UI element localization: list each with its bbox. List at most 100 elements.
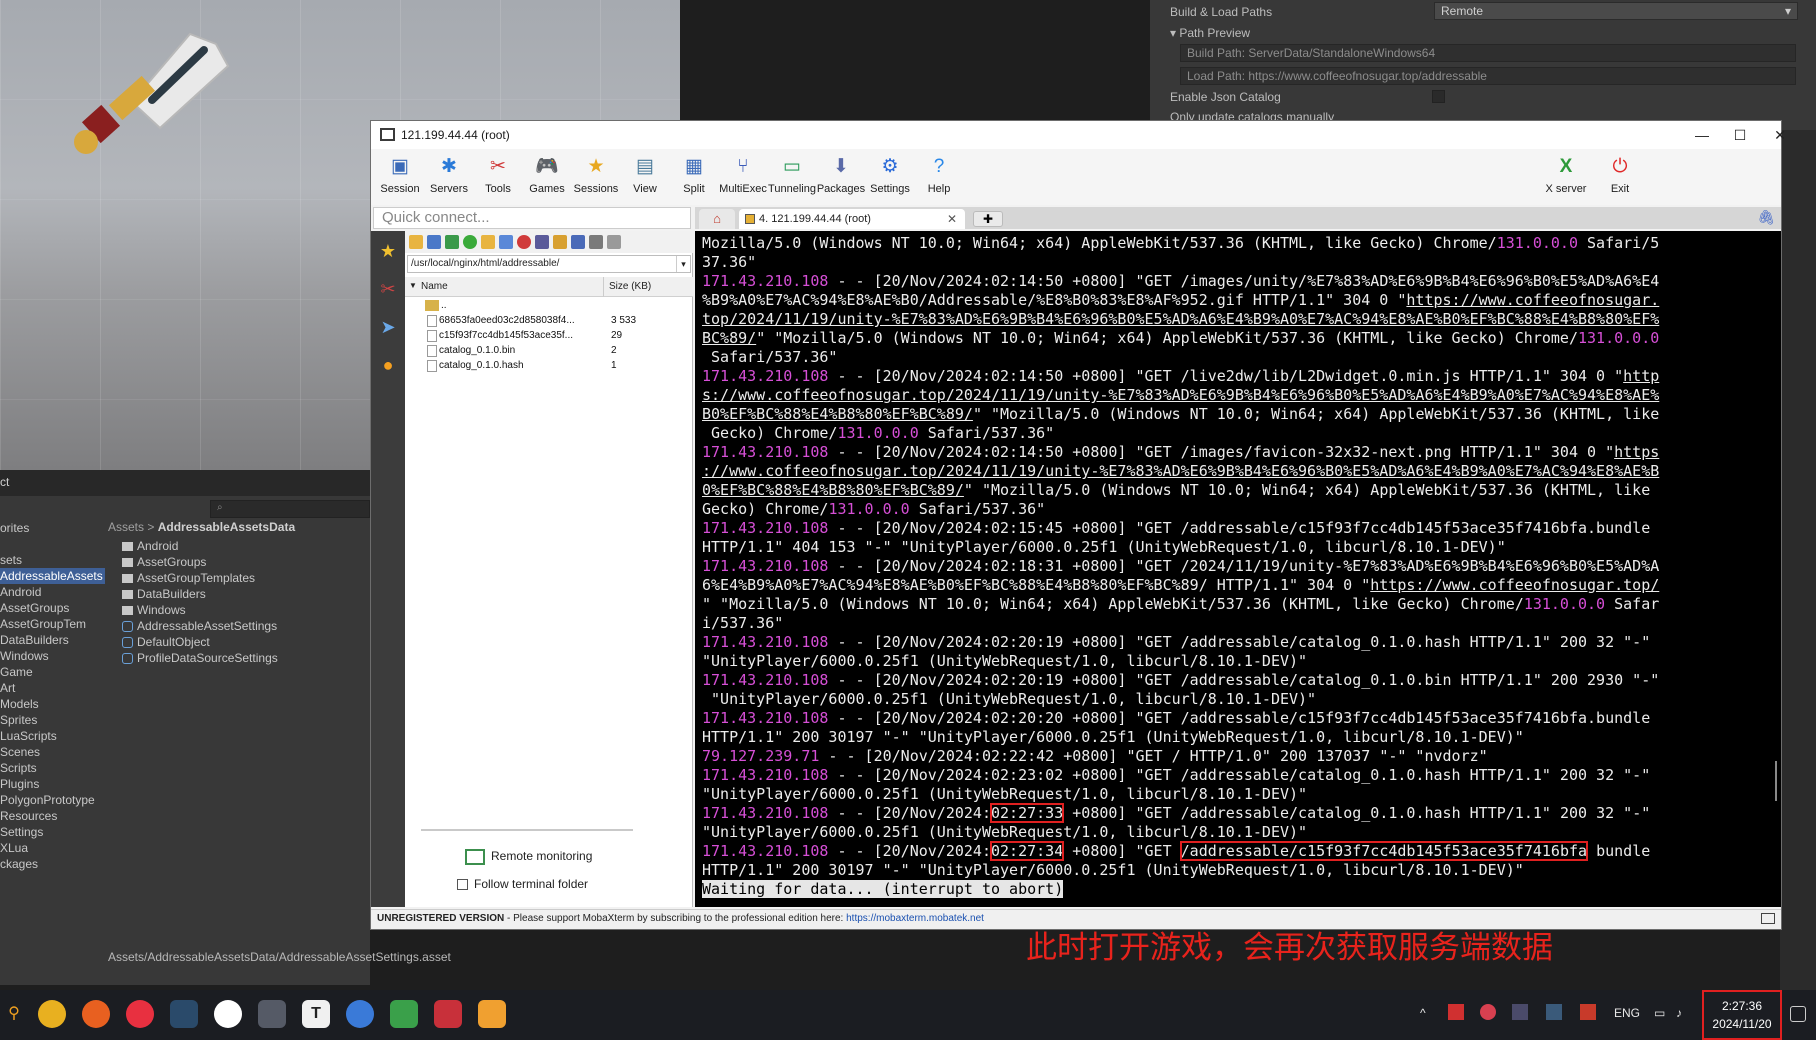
star-icon[interactable]: ★ [376,239,400,263]
vscode-icon[interactable] [346,1000,374,1028]
close-button[interactable]: ✕ [1765,125,1795,145]
screen-icon[interactable] [1761,913,1775,924]
new-folder-icon[interactable] [481,235,495,249]
sftp-file-row[interactable]: c15f93f7cc4db145f53ace35f... 29 [405,329,693,344]
settings-button[interactable]: ⚙ Settings [863,155,917,195]
title-bar[interactable]: 121.199.44.44 (root) — ☐ ✕ [371,121,1786,149]
new-tab-button[interactable]: ✚ [973,211,1003,227]
referer-link[interactable]: s://www.coffeeofnosugar.top/2024/11/19/u… [702,386,1659,404]
new-file-icon[interactable] [499,235,513,249]
chevron-up-icon[interactable]: ^ [1420,1006,1426,1020]
column-size[interactable]: Size (KB) [609,281,651,292]
rider-icon[interactable] [434,1000,462,1028]
asset-item[interactable]: DefaultObject [122,634,278,650]
view-toggle-icon[interactable] [571,235,585,249]
project-search-input[interactable]: ⌕ [210,500,370,518]
asset-item[interactable]: Windows [122,602,278,618]
project-tree-item[interactable]: AddressableAssets [0,568,105,584]
referer-link[interactable]: ://www.coffeeofnosugar.top/2024/11/19/un… [702,462,1659,480]
project-tree-item[interactable]: orites [0,520,105,536]
project-tree-item[interactable]: Scenes [0,744,105,760]
project-tree-item[interactable]: Windows [0,648,105,664]
follow-terminal-folder-toggle[interactable]: Follow terminal folder [457,877,588,891]
language-indicator[interactable]: ENG [1614,1006,1640,1020]
project-tree-item[interactable]: Plugins [0,776,105,792]
paperclip-icon[interactable]: 🖇 [1757,209,1775,226]
column-divider[interactable] [603,277,604,297]
project-tree-item[interactable]: Scripts [0,760,105,776]
send-icon[interactable]: ➤ [376,315,400,339]
sftp-file-row[interactable]: catalog_0.1.0.bin 2 [405,344,693,359]
path-preview-foldout[interactable]: ▾ Path Preview [1170,24,1250,42]
asset-item[interactable]: AssetGroups [122,554,278,570]
project-tree-item[interactable]: XLua [0,840,105,856]
permissions-icon[interactable] [553,235,567,249]
asset-item[interactable]: ProfileDataSourceSettings [122,650,278,666]
mobaxterm-icon[interactable] [478,1000,506,1028]
parent-folder-row[interactable]: .. [405,299,693,314]
build-load-paths-dropdown[interactable]: Remote ▾ [1434,2,1798,20]
delete-icon[interactable] [517,235,531,249]
volume-icon[interactable]: ♪ [1676,1006,1682,1020]
collapse-icon[interactable]: ▼ [409,281,417,290]
project-tree-item[interactable] [0,536,105,552]
terminal-output[interactable]: Mozilla/5.0 (Windows NT 10.0; Win64; x64… [695,231,1781,907]
project-tree-item[interactable]: Resources [0,808,105,824]
sftp-path-input[interactable]: /usr/local/nginx/html/addressable/ ▾ [407,255,691,273]
follow-terminal-folder-checkbox[interactable] [457,879,468,891]
referer-link[interactable]: https://www.coffeeofnosugar. [1406,291,1659,309]
terminal-scrollbar[interactable] [1775,761,1777,801]
maximize-button[interactable]: ☐ [1725,125,1755,145]
project-tree-item[interactable]: LuaScripts [0,728,105,744]
network-icon[interactable]: ▭ [1654,1006,1665,1020]
chevron-down-icon[interactable]: ▾ [676,256,690,272]
project-tab-label[interactable]: ct [0,475,9,489]
referer-link[interactable]: https://www.coffeeofnosugar.top/ [1370,576,1659,594]
terminal-icon[interactable] [607,235,621,249]
tools-button[interactable]: ✂ Tools [471,155,525,195]
project-tree-item[interactable]: Art [0,680,105,696]
sftp-file-row[interactable]: catalog_0.1.0.hash 1 [405,359,693,374]
referer-link[interactable]: 0%EF%BC%88%E4%B8%80%EF%BC%89/ [702,481,964,499]
search-icon[interactable]: ⚲ [0,1000,28,1028]
referer-link[interactable]: http [1623,367,1659,385]
asset-item[interactable]: AssetGroupTemplates [122,570,278,586]
remote-monitoring-button[interactable]: Remote monitoring [465,849,592,865]
session-button[interactable]: ▣ Session [373,155,427,195]
exit-button[interactable]: ⏻ Exit [1593,155,1647,195]
packages-button[interactable]: ⬇ Packages [814,155,868,195]
typora-icon[interactable]: T [302,1000,330,1028]
firefox-icon[interactable] [82,1000,110,1028]
upload-icon[interactable] [445,235,459,249]
sftp-file-row[interactable]: 68653fa0eed03c2d858038f4... 3 533 [405,314,693,329]
sftp-splitter[interactable] [421,829,633,831]
breadcrumb-current[interactable]: AddressableAssetsData [158,520,295,534]
home-tab[interactable]: ⌂ [699,209,735,229]
tunneling-button[interactable]: ▭ Tunneling [765,155,819,195]
project-tree-item[interactable]: ckages [0,856,105,872]
session-tab[interactable]: 4. 121.199.44.44 (root) ✕ [739,209,965,229]
settings-icon[interactable] [589,235,603,249]
qq-icon[interactable] [214,1000,242,1028]
project-tree-item[interactable]: PolygonPrototype [0,792,105,808]
column-name[interactable]: Name [421,281,448,292]
minimize-button[interactable]: — [1687,125,1717,145]
notepad-icon[interactable] [390,1000,418,1028]
asset-item[interactable]: DataBuilders [122,586,278,602]
netease-music-icon[interactable] [126,1000,154,1028]
multiexec-button[interactable]: ⑂ MultiExec [716,155,770,195]
referer-link[interactable]: top/2024/11/19/unity-%E7%83%AD%E6%9B%B4%… [702,310,1659,328]
view-button[interactable]: ▤ View [618,155,672,195]
referer-link[interactable]: B0%EF%BC%88%E4%B8%80%EF%BC%89/ [702,405,973,423]
project-tree-item[interactable]: sets [0,552,105,568]
split-button[interactable]: ▦ Split [667,155,721,195]
asset-item[interactable]: AddressableAssetSettings [122,618,278,634]
project-tree-item[interactable]: Sprites [0,712,105,728]
taskbar-clock[interactable]: 2:27:36 2024/11/20 [1702,990,1782,1040]
help-button[interactable]: ? Help [912,155,966,195]
enable-json-catalog-checkbox[interactable] [1432,90,1445,103]
tray-app-icon-3[interactable] [1512,1004,1528,1020]
x-server-button[interactable]: X X server [1539,155,1593,195]
project-tree-item[interactable]: AssetGroupTem [0,616,105,632]
tray-app-icon-1[interactable] [1448,1004,1464,1020]
